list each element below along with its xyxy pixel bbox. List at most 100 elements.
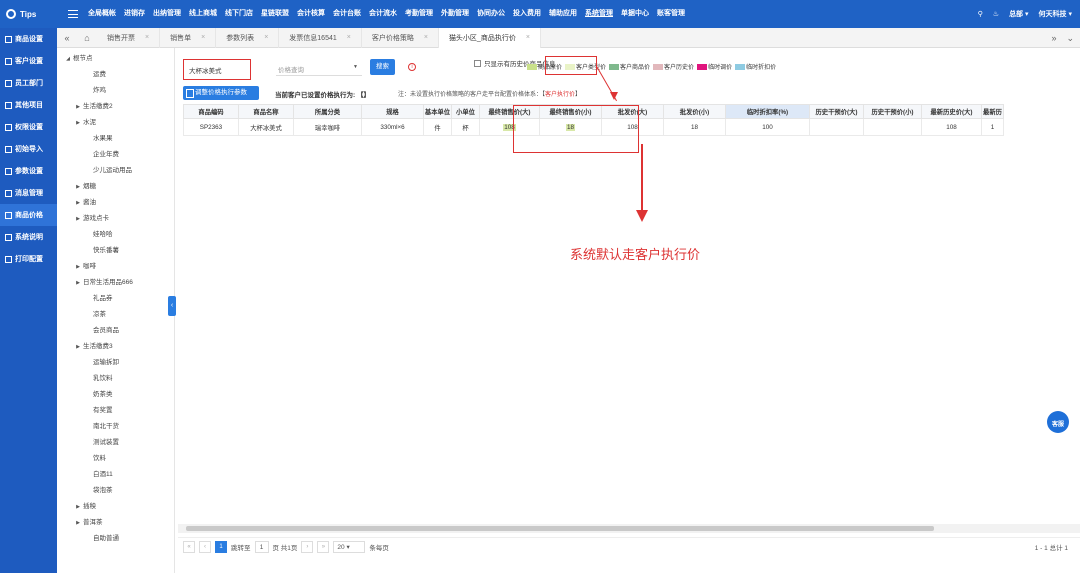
tree-node[interactable]: 自助普通: [57, 531, 174, 547]
tree-node[interactable]: ▶ 游戏点卡: [57, 211, 174, 227]
tree-node[interactable]: ▶ 酱油: [57, 195, 174, 211]
top-nav-item[interactable]: 线上商城: [185, 0, 221, 28]
tree-node[interactable]: 娃哈哈: [57, 227, 174, 243]
tab[interactable]: 猫头小区_商品执行价 ×: [438, 27, 541, 48]
tree-node[interactable]: 水果果: [57, 131, 174, 147]
column-header[interactable]: 基本单位: [423, 104, 452, 119]
tree-node[interactable]: 凉茶: [57, 307, 174, 323]
tree-node[interactable]: 乳饮料: [57, 371, 174, 387]
top-nav-item[interactable]: 会计台账: [329, 0, 365, 28]
column-header[interactable]: 最新历史价(大): [921, 104, 982, 119]
last-page-button[interactable]: »: [317, 540, 330, 553]
sidebar-item[interactable]: 商品价格: [0, 204, 57, 226]
tree-node[interactable]: ▶ 水泥: [57, 115, 174, 131]
tree-expand-icon[interactable]: ▶: [73, 515, 83, 531]
tree-node[interactable]: 礼品券: [57, 291, 174, 307]
tree-node[interactable]: 白酒11: [57, 467, 174, 483]
top-nav-item[interactable]: 外勤管理: [437, 0, 473, 28]
tree-node[interactable]: ▶ 咖啡: [57, 259, 174, 275]
tab-scroll-right-icon[interactable]: »: [1051, 33, 1056, 43]
info-icon[interactable]: i: [408, 63, 416, 71]
tab[interactable]: 参数列表 ×: [216, 27, 280, 48]
sidebar-item[interactable]: 员工部门: [0, 72, 57, 94]
tree-node[interactable]: 袋泡茶: [57, 483, 174, 499]
goto-page-input[interactable]: 1: [254, 540, 269, 553]
close-icon[interactable]: ×: [201, 34, 205, 41]
top-nav-item[interactable]: 系统管理: [581, 0, 617, 28]
top-nav-item[interactable]: 考勤管理: [401, 0, 437, 28]
sidebar-item[interactable]: 打印配置: [0, 248, 57, 270]
top-nav-item[interactable]: 投入费用: [509, 0, 545, 28]
top-nav-item[interactable]: 辅助应用: [545, 0, 581, 28]
tree-expand-icon[interactable]: ▶: [73, 211, 83, 227]
page-size-select[interactable]: 20 ▾: [333, 540, 366, 553]
tab[interactable]: 销售单 ×: [160, 27, 217, 48]
sidebar-item[interactable]: 系统说明: [0, 226, 57, 248]
tab-scroll-left-icon[interactable]: «: [57, 33, 77, 43]
home-icon[interactable]: ⌂: [77, 33, 97, 43]
user-menu[interactable]: 总部 ▾: [1009, 9, 1028, 19]
next-page-button[interactable]: ›: [301, 540, 314, 553]
tree-expand-icon[interactable]: ▶: [73, 179, 83, 195]
prev-page-button[interactable]: ‹: [199, 540, 211, 553]
chevron-down-icon[interactable]: ⌄: [1066, 33, 1074, 44]
sidebar-item[interactable]: 消息管理: [0, 182, 57, 204]
top-nav-item[interactable]: 协同办公: [473, 0, 509, 28]
adjust-price-params-button[interactable]: 调整价格执行参数: [183, 86, 259, 100]
close-icon[interactable]: ×: [347, 34, 351, 41]
search-icon[interactable]: ⚲: [978, 10, 983, 18]
tree-node[interactable]: ▶ 插秧: [57, 499, 174, 515]
tree-node[interactable]: 企业年费: [57, 147, 174, 163]
column-header[interactable]: 历史干预价(大): [809, 104, 864, 119]
column-header[interactable]: 历史干预价(小): [863, 104, 922, 119]
bell-icon[interactable]: ♨: [993, 10, 999, 18]
tree-node[interactable]: 会员商品: [57, 323, 174, 339]
column-header[interactable]: 商品编码: [183, 104, 239, 119]
tree-node[interactable]: 少儿运动用品: [57, 163, 174, 179]
close-icon[interactable]: ×: [424, 34, 428, 41]
top-nav-item[interactable]: 线下门店: [221, 0, 257, 28]
company-menu[interactable]: 何天科技 ▾: [1039, 9, 1072, 19]
tree-expand-icon[interactable]: ▶: [73, 99, 83, 115]
horizontal-scrollbar[interactable]: [178, 524, 1080, 533]
tree-node[interactable]: ▶ 日常生活用品666: [57, 275, 174, 291]
close-icon[interactable]: ×: [526, 34, 530, 41]
sidebar-item[interactable]: 商品设置: [0, 28, 57, 50]
collapse-tree-button[interactable]: ‹: [168, 296, 176, 316]
tree-node[interactable]: 炸鸡: [57, 83, 174, 99]
tree-node[interactable]: ▶ 烟糖: [57, 179, 174, 195]
tree-expand-icon[interactable]: ▶: [73, 195, 83, 211]
customer-service-button[interactable]: 客服: [1047, 411, 1069, 433]
hamburger-menu-icon[interactable]: [68, 10, 78, 18]
tree-node[interactable]: ▶ 生活缴费3: [57, 339, 174, 355]
sidebar-item[interactable]: 参数设置: [0, 160, 57, 182]
column-header[interactable]: 批发价(小): [663, 104, 726, 119]
column-header[interactable]: 临时折扣率(%): [725, 104, 810, 119]
first-page-button[interactable]: «: [183, 540, 195, 553]
tree-node[interactable]: ▶ 生活缴费2: [57, 99, 174, 115]
column-header[interactable]: 最新历: [981, 104, 1004, 119]
tree-node[interactable]: 测试装置: [57, 435, 174, 451]
logo[interactable]: Tips: [0, 9, 68, 19]
column-header[interactable]: 所属分类: [293, 104, 362, 119]
search-button[interactable]: 搜索: [370, 59, 395, 75]
tree-node[interactable]: ◢ 根节点: [57, 51, 174, 67]
tree-node[interactable]: 运费: [57, 67, 174, 83]
column-header[interactable]: 规格: [361, 104, 424, 119]
tree-expand-icon[interactable]: ▶: [73, 115, 83, 131]
top-nav-item[interactable]: 进销存: [120, 0, 149, 28]
tree-expand-icon[interactable]: ◢: [63, 51, 73, 67]
tab[interactable]: 发票信息16541 ×: [279, 27, 362, 48]
column-header[interactable]: 商品名称: [238, 104, 294, 119]
tree-node[interactable]: 饮料: [57, 451, 174, 467]
sidebar-item[interactable]: 初始导入: [0, 138, 57, 160]
top-nav-item[interactable]: 出纳管理: [149, 0, 185, 28]
top-nav-item[interactable]: 星链联盟: [257, 0, 293, 28]
column-header[interactable]: 小单位: [451, 104, 480, 119]
top-nav-item[interactable]: 全局概帐: [84, 0, 120, 28]
tree-expand-icon[interactable]: ▶: [73, 499, 83, 515]
close-icon[interactable]: ×: [145, 34, 149, 41]
tree-node[interactable]: 奶茶类: [57, 387, 174, 403]
top-nav-item[interactable]: 账客管理: [653, 0, 689, 28]
close-icon[interactable]: ×: [264, 34, 268, 41]
